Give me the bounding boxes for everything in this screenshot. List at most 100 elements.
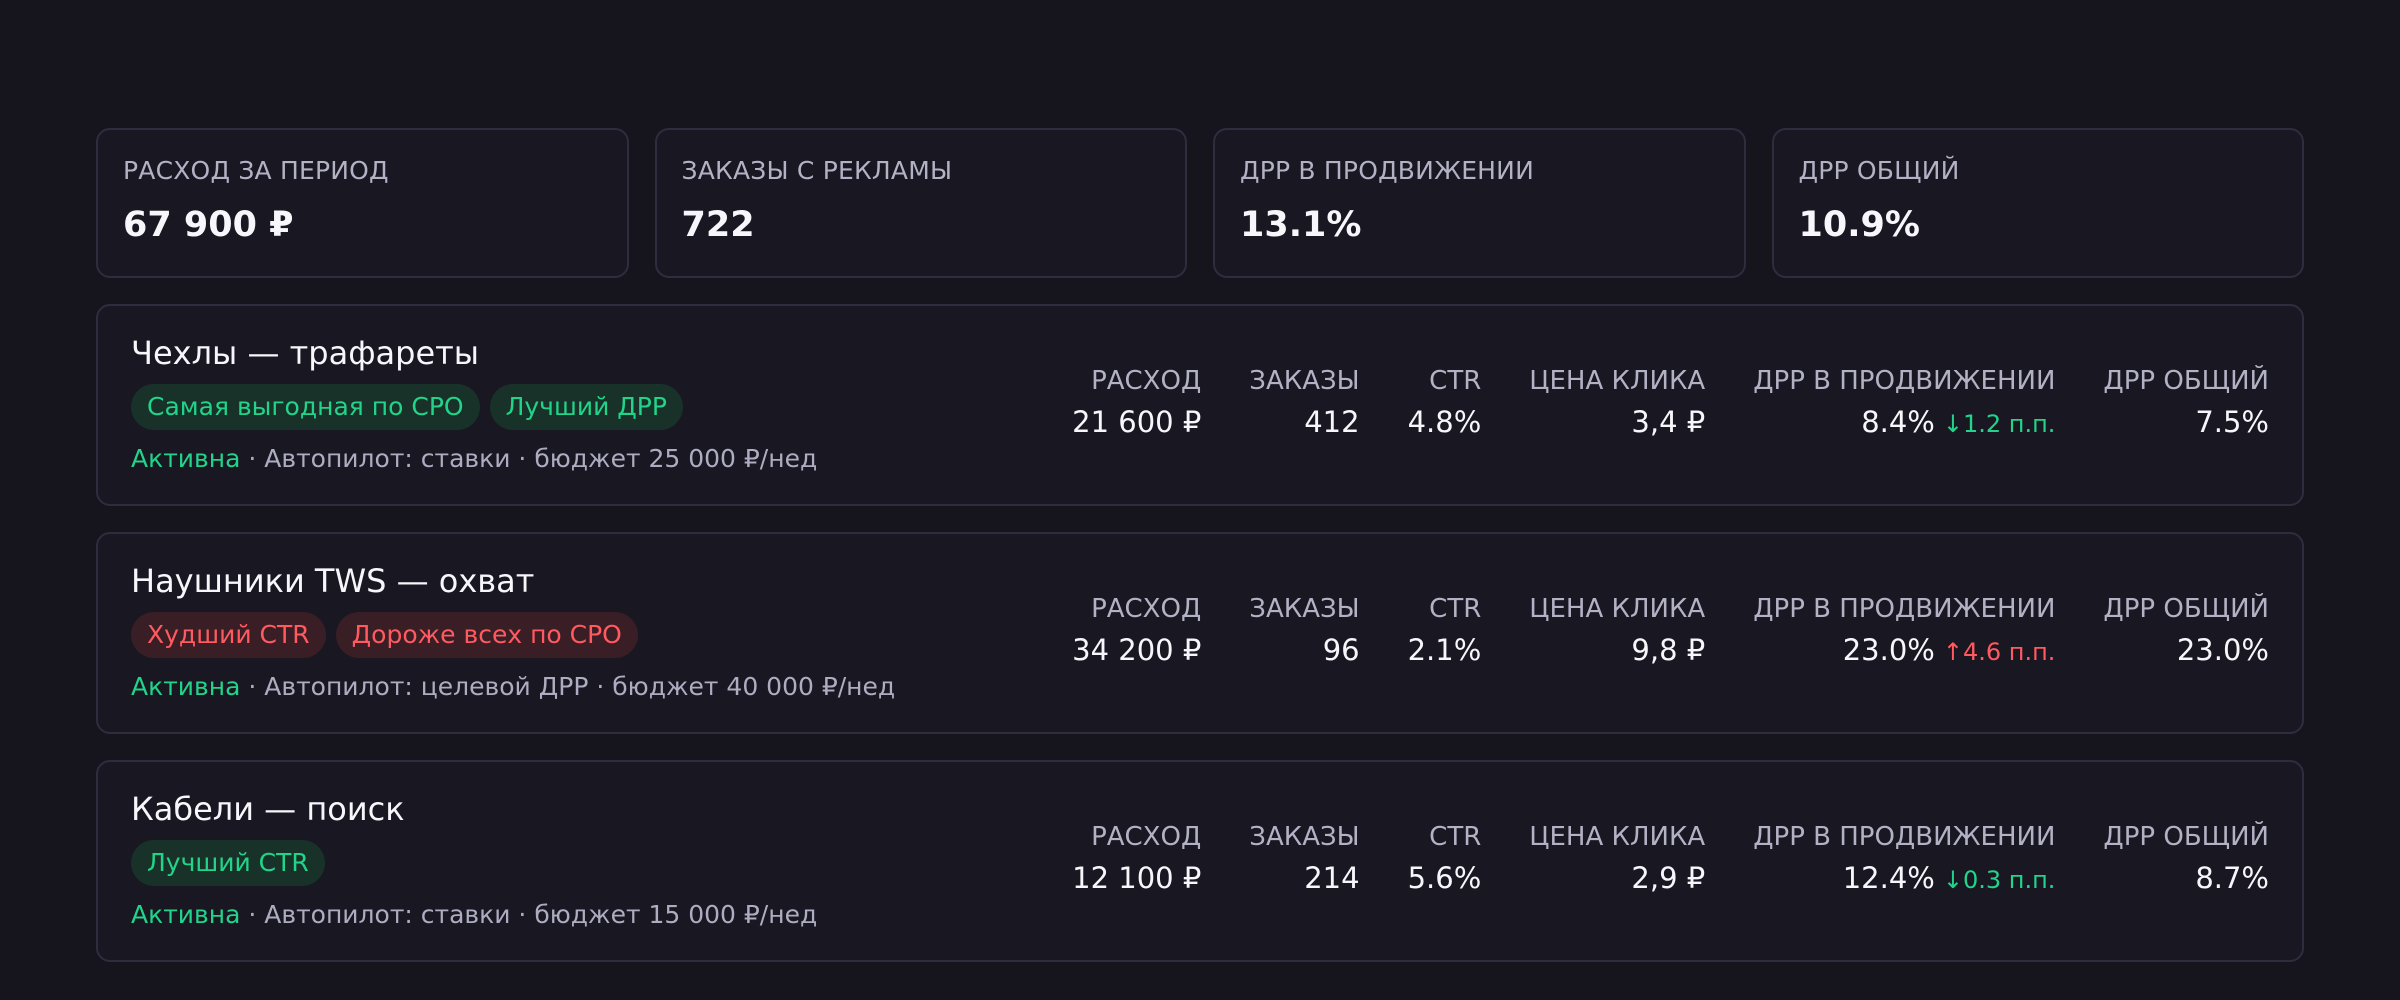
metric-value: 412 [1304,405,1360,440]
metric-drr-total: ДРР ОБЩИЙ 23.0% [2103,594,2269,668]
campaign-title[interactable]: Кабели — поиск [131,790,817,828]
metric-label: ДРР ОБЩИЙ [2103,366,2269,396]
metric-value: 214 [1304,861,1360,896]
metric-orders: ЗАКАЗЫ 214 [1249,822,1359,896]
metric-value: 7.5% [2195,405,2269,440]
campaign-info: Чехлы — трафареты Самая выгодная по СРО … [131,334,817,473]
campaign-metrics: РАСХОД 34 200 ₽ ЗАКАЗЫ 96 CTR 2.1% ЦЕНА … [1072,594,2269,668]
kpi-label: ДРР В ПРОДВИЖЕНИИ [1240,156,1534,185]
campaign-details: · Автопилот: ставки · бюджет 15 000 ₽/не… [248,900,818,930]
metric-value: 9,8 ₽ [1631,633,1706,668]
metric-label: ДРР В ПРОДВИЖЕНИИ [1753,594,2056,624]
metric-value: 23.0% [1842,633,1935,668]
metric-ctr: CTR 5.6% [1408,822,1482,896]
metric-label: ЗАКАЗЫ [1249,366,1360,396]
metric-value: 5.6% [1407,861,1482,896]
campaign-info: Кабели — поиск Лучший CTR Активна · Авто… [131,790,817,929]
campaign-card[interactable]: Кабели — поиск Лучший CTR Активна · Авто… [96,760,2304,962]
metric-value-with-delta: 12.4% ↓0.3 п.п. [1753,861,2056,896]
metric-label: CTR [1429,594,1482,624]
metric-label: РАСХОД [1091,366,1202,396]
badge-best-drr: Лучший ДРР [489,384,683,431]
metric-value-with-delta: 8.4% ↓1.2 п.п. [1753,405,2055,440]
metric-drr-promo: ДРР В ПРОДВИЖЕНИИ 23.0% ↑4.6 п.п. [1753,594,2055,668]
campaign-details: · Автопилот: ставки · бюджет 25 000 ₽/не… [248,444,818,474]
campaign-badges: Самая выгодная по СРО Лучший ДРР [131,384,817,431]
campaign-title[interactable]: Наушники TWS — охват [131,562,895,600]
metric-value: 12.4% [1842,861,1935,896]
kpi-card-drr-promo: ДРР В ПРОДВИЖЕНИИ 13.1% [1213,128,1746,278]
campaign-metrics: РАСХОД 21 600 ₽ ЗАКАЗЫ 412 CTR 4.8% ЦЕНА… [1072,366,2269,440]
metric-label: ДРР ОБЩИЙ [2103,822,2269,852]
metric-label: ЗАКАЗЫ [1249,822,1360,852]
metric-value: 3,4 ₽ [1631,405,1706,440]
kpi-card-spend: РАСХОД ЗА ПЕРИОД 67 900 ₽ [96,128,629,278]
campaign-badges: Худший CTR Дороже всех по СРО [131,612,895,659]
campaign-status-line: Активна · Автопилот: ставки · бюджет 25 … [131,444,817,473]
metric-label: ДРР ОБЩИЙ [2103,594,2269,624]
metric-label: CTR [1429,822,1482,852]
kpi-card-orders: ЗАКАЗЫ С РЕКЛАМЫ 722 [654,128,1187,278]
kpi-label: ДРР ОБЩИЙ [1798,156,1960,185]
metric-ctr: CTR 2.1% [1408,594,1482,668]
metric-spend: РАСХОД 12 100 ₽ [1072,822,1201,896]
metric-drr-promo: ДРР В ПРОДВИЖЕНИИ 8.4% ↓1.2 п.п. [1753,366,2055,440]
metric-label: ЗАКАЗЫ [1249,594,1360,624]
campaign-status-line: Активна · Автопилот: целевой ДРР · бюдже… [131,672,895,701]
drr-delta-down: ↓0.3 п.п. [1942,866,2056,895]
metric-spend: РАСХОД 21 600 ₽ [1072,366,1201,440]
kpi-value: 10.9% [1798,205,1920,245]
kpi-value: 722 [681,205,755,245]
metric-value: 96 [1322,633,1360,668]
metric-value: 12 100 ₽ [1072,861,1202,896]
metric-cpc: ЦЕНА КЛИКА 3,4 ₽ [1529,366,1705,440]
campaign-badges: Лучший CTR [131,840,817,887]
metric-label: CTR [1429,366,1482,396]
metric-value: 34 200 ₽ [1072,633,1202,668]
drr-delta-down: ↓1.2 п.п. [1942,410,2056,439]
kpi-label: РАСХОД ЗА ПЕРИОД [123,156,389,185]
metric-spend: РАСХОД 34 200 ₽ [1072,594,1201,668]
badge-best-ctr: Лучший CTR [131,840,325,887]
kpi-label: ЗАКАЗЫ С РЕКЛАМЫ [681,156,953,185]
metric-drr-total: ДРР ОБЩИЙ 8.7% [2103,822,2269,896]
metric-label: ДРР В ПРОДВИЖЕНИИ [1753,822,2056,852]
metric-label: ЦЕНА КЛИКА [1529,822,1706,852]
metric-value: 21 600 ₽ [1072,405,1202,440]
metric-value: 2,9 ₽ [1631,861,1706,896]
badge-most-expensive-cpo: Дороже всех по СРО [335,612,638,659]
metric-label: РАСХОД [1091,822,1202,852]
campaign-title[interactable]: Чехлы — трафареты [131,334,817,372]
status-active: Активна [131,900,241,930]
kpi-value: 13.1% [1240,205,1362,245]
campaign-info: Наушники TWS — охват Худший CTR Дороже в… [131,562,895,701]
metric-orders: ЗАКАЗЫ 412 [1249,366,1359,440]
kpi-value: 67 900 ₽ [123,205,294,245]
dashboard: РАСХОД ЗА ПЕРИОД 67 900 ₽ ЗАКАЗЫ С РЕКЛА… [96,128,2304,962]
metric-ctr: CTR 4.8% [1408,366,1482,440]
metric-label: ЦЕНА КЛИКА [1529,594,1706,624]
metric-orders: ЗАКАЗЫ 96 [1249,594,1359,668]
drr-delta-up: ↑4.6 п.п. [1942,638,2056,667]
status-active: Активна [131,444,241,474]
metric-cpc: ЦЕНА КЛИКА 9,8 ₽ [1529,594,1705,668]
metric-label: ДРР В ПРОДВИЖЕНИИ [1753,366,2056,396]
campaign-card[interactable]: Чехлы — трафареты Самая выгодная по СРО … [96,304,2304,506]
metric-label: РАСХОД [1091,594,1202,624]
metric-value: 23.0% [2176,633,2269,668]
campaign-details: · Автопилот: целевой ДРР · бюджет 40 000… [248,672,896,702]
metric-drr-total: ДРР ОБЩИЙ 7.5% [2103,366,2269,440]
metric-drr-promo: ДРР В ПРОДВИЖЕНИИ 12.4% ↓0.3 п.п. [1753,822,2055,896]
campaign-metrics: РАСХОД 12 100 ₽ ЗАКАЗЫ 214 CTR 5.6% ЦЕНА… [1072,822,2269,896]
badge-worst-ctr: Худший CTR [131,612,326,659]
campaign-status-line: Активна · Автопилот: ставки · бюджет 15 … [131,900,817,929]
metric-cpc: ЦЕНА КЛИКА 2,9 ₽ [1529,822,1705,896]
kpi-card-drr-total: ДРР ОБЩИЙ 10.9% [1771,128,2304,278]
metric-value-with-delta: 23.0% ↑4.6 п.п. [1753,633,2056,668]
status-active: Активна [131,672,241,702]
metric-value: 8.7% [2195,861,2269,896]
campaign-card[interactable]: Наушники TWS — охват Худший CTR Дороже в… [96,532,2304,734]
metric-label: ЦЕНА КЛИКА [1529,366,1706,396]
kpi-row: РАСХОД ЗА ПЕРИОД 67 900 ₽ ЗАКАЗЫ С РЕКЛА… [96,128,2304,278]
badge-best-cpo: Самая выгодная по СРО [131,384,480,431]
